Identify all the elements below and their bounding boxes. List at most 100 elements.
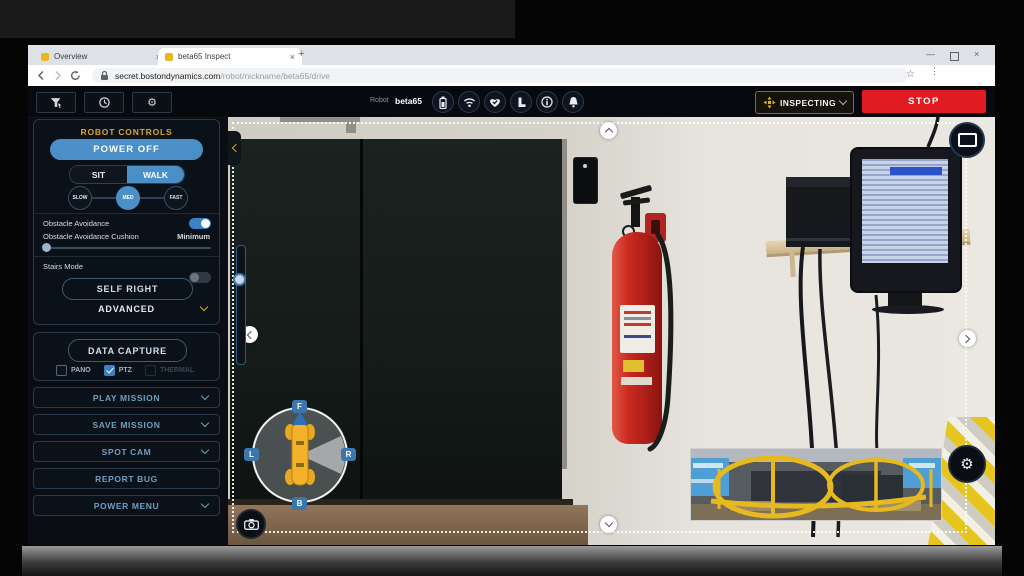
chevron-down-icon bbox=[201, 446, 209, 454]
funnel-cursor-icon bbox=[49, 96, 63, 109]
take-photo-button[interactable] bbox=[236, 509, 266, 539]
cushion-slider-track[interactable] bbox=[44, 247, 211, 249]
ptz-checkbox[interactable]: PTZ bbox=[104, 365, 132, 376]
new-tab-button[interactable]: + bbox=[298, 48, 304, 60]
power-off-button[interactable]: POWER OFF bbox=[50, 139, 203, 160]
gear-icon: ⚙ bbox=[960, 455, 973, 473]
chevron-left-icon bbox=[232, 144, 240, 152]
ptz-label: PTZ bbox=[119, 367, 132, 374]
play-mission-expander[interactable]: PLAY MISSION bbox=[33, 387, 220, 408]
pano-label: PANO bbox=[71, 367, 91, 374]
robot-label: Robot bbox=[370, 97, 389, 104]
obstacle-avoidance-toggle[interactable] bbox=[189, 218, 211, 229]
url-path: /robot/nickname/beta65/drive bbox=[220, 71, 330, 81]
wifi-status-button[interactable] bbox=[458, 91, 480, 113]
window-maximize-icon[interactable] bbox=[950, 52, 959, 61]
pan-up-button[interactable] bbox=[600, 122, 617, 139]
cushion-value: Minimum bbox=[177, 232, 210, 241]
settings-button[interactable]: ⚙ bbox=[132, 92, 172, 113]
extinguisher-sticker bbox=[621, 377, 652, 385]
walk-button[interactable]: WALK bbox=[127, 166, 184, 183]
save-mission-expander[interactable]: SAVE MISSION bbox=[33, 414, 220, 435]
menu-label: REPORT BUG bbox=[95, 474, 158, 484]
report-bug-button[interactable]: REPORT BUG bbox=[33, 468, 220, 489]
stairs-mode-label: Stairs Mode bbox=[43, 262, 83, 271]
thermal-checkbox[interactable]: THERMAL bbox=[145, 365, 194, 376]
fullscreen-button[interactable] bbox=[949, 122, 985, 158]
lease-icon bbox=[517, 97, 526, 108]
window-minimize-icon[interactable]: — bbox=[926, 49, 935, 59]
capture-options: PANO PTZ THERMAL bbox=[56, 365, 194, 376]
stop-button[interactable]: STOP bbox=[862, 90, 986, 113]
drive-joystick[interactable]: F B L R bbox=[252, 407, 348, 503]
power-menu-expander[interactable]: POWER MENU bbox=[33, 495, 220, 516]
stairs-mode-toggle[interactable] bbox=[189, 272, 211, 283]
chevron-down-icon bbox=[839, 97, 847, 105]
sidebar-collapse-button[interactable] bbox=[228, 131, 241, 165]
tab-overview[interactable]: Overview × bbox=[34, 48, 168, 65]
back-icon[interactable] bbox=[36, 70, 47, 81]
info-status-button[interactable] bbox=[536, 91, 558, 113]
door-gap bbox=[360, 139, 363, 507]
bell-icon bbox=[568, 96, 579, 108]
wall-monitor bbox=[850, 147, 962, 293]
thermal-label: THERMAL bbox=[160, 367, 194, 374]
browser-tabstrip: Overview × beta65 Inspect × + — × bbox=[28, 45, 995, 65]
forward-icon[interactable] bbox=[52, 70, 63, 81]
shelf-bracket bbox=[789, 251, 795, 277]
lease-status-button[interactable] bbox=[510, 91, 532, 113]
extinguisher-sticker bbox=[623, 360, 644, 372]
pano-checkbox[interactable]: PANO bbox=[56, 365, 91, 376]
reload-icon[interactable] bbox=[70, 70, 81, 81]
battery-status-button[interactable] bbox=[432, 91, 454, 113]
advanced-expander[interactable]: ADVANCED bbox=[34, 304, 219, 314]
robot-name: beta65 bbox=[395, 96, 422, 106]
floor bbox=[228, 505, 588, 545]
pan-right-button[interactable] bbox=[959, 330, 976, 347]
mode-selector-button[interactable]: INSPECTING bbox=[755, 91, 854, 114]
checkbox-checked-icon bbox=[104, 365, 115, 376]
menu-label: PLAY MISSION bbox=[93, 393, 160, 403]
address-bar[interactable]: secret.bostondynamics.com/robot/nickname… bbox=[92, 68, 908, 83]
drive-mode-button[interactable] bbox=[36, 92, 76, 113]
height-slider-track[interactable] bbox=[236, 245, 246, 365]
robot-status-icons bbox=[432, 91, 584, 113]
joystick-back-label: B bbox=[292, 497, 307, 510]
history-clock-icon bbox=[98, 96, 111, 109]
joystick-wedge bbox=[252, 407, 348, 503]
mode-label: INSPECTING bbox=[780, 98, 836, 108]
advanced-label: ADVANCED bbox=[98, 304, 155, 314]
health-status-button[interactable] bbox=[484, 91, 506, 113]
cushion-slider-handle[interactable] bbox=[42, 243, 51, 252]
notifications-button[interactable] bbox=[562, 91, 584, 113]
camera-settings-button[interactable]: ⚙ bbox=[948, 445, 986, 483]
history-button[interactable] bbox=[84, 92, 124, 113]
extinguisher-label bbox=[620, 305, 655, 353]
height-slider-handle[interactable] bbox=[233, 273, 246, 286]
heart-check-icon bbox=[489, 97, 501, 108]
speed-slow-button[interactable]: SLOW bbox=[68, 186, 92, 210]
browser-menu-icon[interactable]: ⋮ bbox=[930, 69, 934, 73]
spot-cam-expander[interactable]: SPOT CAM bbox=[33, 441, 220, 462]
tab-favicon-icon bbox=[41, 53, 49, 61]
pan-down-button[interactable] bbox=[600, 516, 617, 533]
window-close-icon[interactable]: × bbox=[974, 49, 979, 59]
speed-med-button[interactable]: MED bbox=[116, 186, 140, 210]
tab-label: Overview bbox=[54, 52, 87, 61]
speed-fast-button[interactable]: FAST bbox=[164, 186, 188, 210]
browser-window: Overview × beta65 Inspect × + — × secret… bbox=[28, 45, 995, 545]
camera-feed[interactable]: F B L R ⚙ bbox=[228, 117, 995, 545]
robot-controls-panel: ROBOT CONTROLS POWER OFF SIT WALK SLOW M… bbox=[33, 119, 220, 325]
self-right-button[interactable]: SELF RIGHT bbox=[62, 278, 193, 300]
door-frame bbox=[562, 139, 567, 469]
app-toolbar: ⚙ Robot beta65 INSPECTING STOP bbox=[28, 86, 995, 118]
joystick-left-label: L bbox=[244, 448, 259, 461]
tab-beta65-inspect[interactable]: beta65 Inspect × bbox=[158, 48, 302, 65]
chevron-down-icon bbox=[604, 519, 612, 527]
bookmark-star-icon[interactable]: ☆ bbox=[906, 69, 915, 80]
pano-camera-view[interactable] bbox=[690, 448, 942, 521]
tab-close-icon[interactable]: × bbox=[290, 52, 295, 62]
power-off-label: POWER OFF bbox=[93, 144, 160, 155]
sit-button[interactable]: SIT bbox=[70, 166, 127, 183]
data-capture-button[interactable]: DATA CAPTURE bbox=[68, 339, 187, 362]
